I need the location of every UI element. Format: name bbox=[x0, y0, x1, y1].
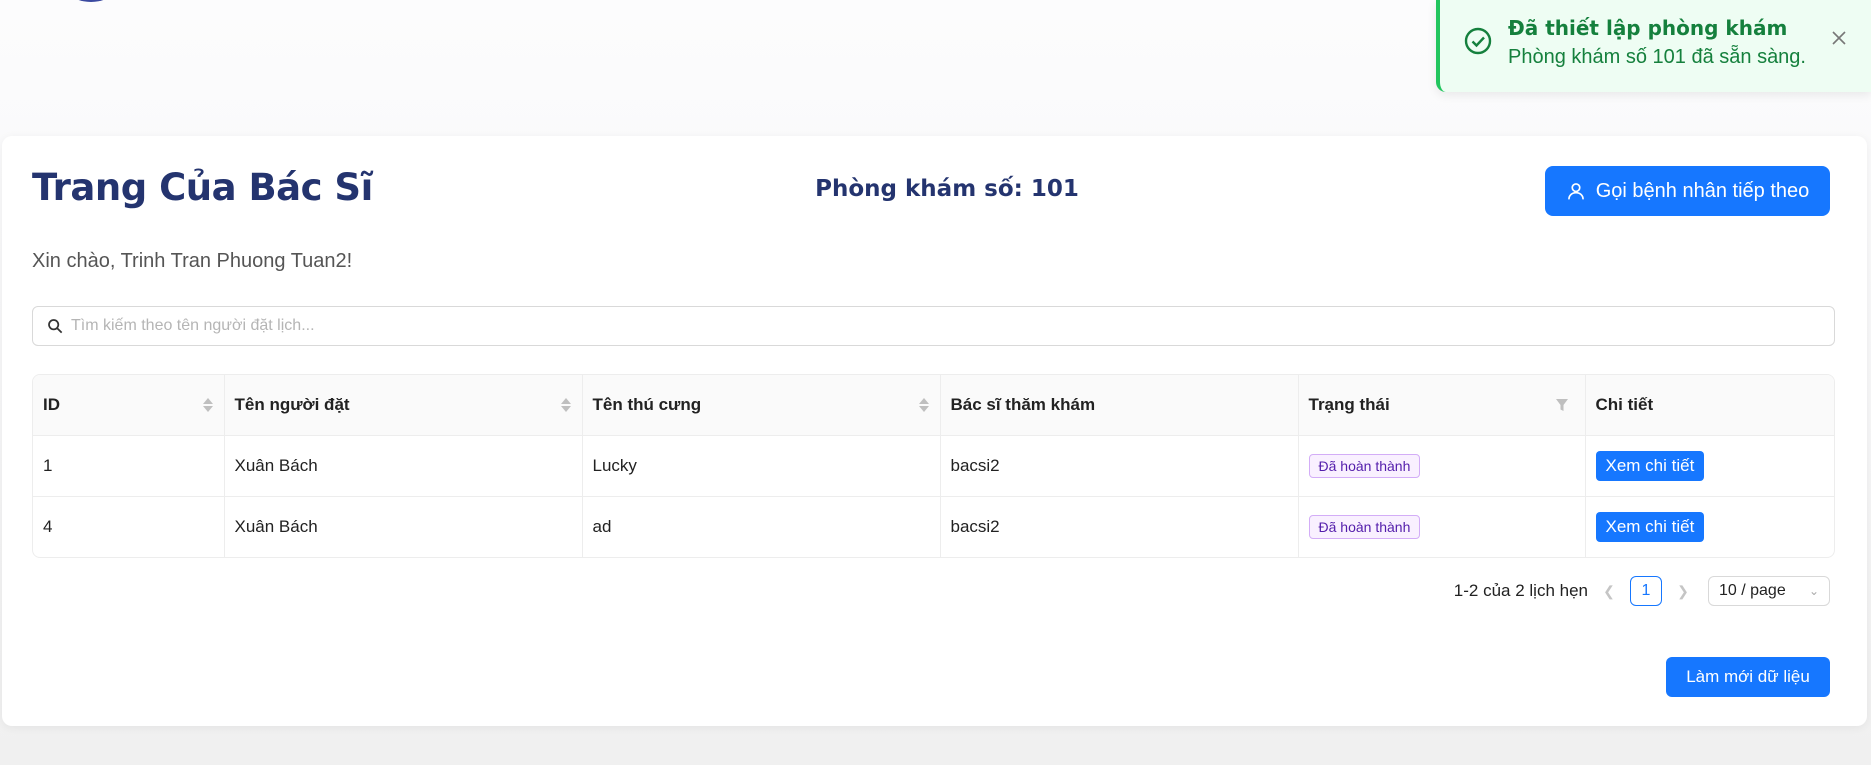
sort-icon[interactable] bbox=[202, 396, 214, 414]
call-next-patient-button[interactable]: Gọi bệnh nhân tiếp theo bbox=[1545, 166, 1830, 216]
cell-id: 4 bbox=[43, 516, 53, 536]
appointments-table: ID Tên người đặt Tên thú cưng Bác sĩ thă… bbox=[32, 374, 1835, 558]
page-size-value: 10 / page bbox=[1719, 582, 1786, 599]
table-row: 1 Xuân Bách Lucky bacsi2 Đã hoàn thành X… bbox=[33, 435, 1834, 497]
prev-page-icon[interactable]: ❮ bbox=[1600, 583, 1618, 600]
doctor-page-card: Trang Của Bác Sĩ Phòng khám số: 101 Gọi … bbox=[2, 136, 1867, 726]
cell-owner: Xuân Bách bbox=[223, 496, 582, 557]
table-header-row: ID Tên người đặt Tên thú cưng Bác sĩ thă… bbox=[33, 375, 1834, 436]
page-number-button[interactable]: 1 bbox=[1630, 576, 1662, 606]
cell-pet: ad bbox=[581, 496, 940, 557]
next-page-icon[interactable]: ❯ bbox=[1674, 583, 1692, 600]
column-header-owner[interactable]: Tên người đặt bbox=[223, 375, 582, 436]
cell-id: 1 bbox=[33, 435, 224, 497]
search-input[interactable] bbox=[71, 307, 1834, 345]
cell-pet: Lucky bbox=[581, 435, 940, 497]
cell-detail: Xem chi tiết bbox=[1584, 496, 1834, 557]
cell-owner: Xuân Bách bbox=[223, 435, 582, 497]
column-header-status: Trạng thái bbox=[1297, 375, 1585, 436]
column-header-id[interactable]: ID bbox=[33, 375, 224, 436]
status-badge: Đã hoàn thành bbox=[1308, 453, 1421, 478]
cell-status: Đã hoàn thành bbox=[1297, 435, 1585, 497]
search-box[interactable] bbox=[32, 306, 1835, 346]
chevron-down-icon: ⌄ bbox=[1808, 584, 1819, 598]
refresh-data-button[interactable]: Làm mới dữ liệu bbox=[1666, 657, 1830, 697]
logo bbox=[52, 0, 130, 2]
sort-icon[interactable] bbox=[560, 396, 572, 414]
greeting-text: Xin chào, Trinh Tran Phuong Tuan2! bbox=[32, 250, 353, 272]
column-header-doctor: Bác sĩ thăm khám bbox=[939, 375, 1298, 436]
page-size-select[interactable]: 10 / page ⌄ bbox=[1708, 576, 1830, 606]
view-detail-button[interactable]: Xem chi tiết bbox=[1595, 511, 1705, 542]
column-header-pet[interactable]: Tên thú cưng bbox=[581, 375, 940, 436]
success-toast: Đã thiết lập phòng khám Phòng khám số 10… bbox=[1436, 0, 1871, 92]
cell-status: Đã hoàn thành bbox=[1297, 496, 1585, 557]
view-detail-button[interactable]: Xem chi tiết bbox=[1595, 450, 1705, 481]
toast-title: Đã thiết lập phòng khám bbox=[1508, 16, 1788, 40]
cell-detail: Xem chi tiết bbox=[1584, 435, 1834, 497]
cell-doctor: bacsi2 bbox=[939, 496, 1298, 557]
status-badge: Đã hoàn thành bbox=[1308, 514, 1421, 539]
filter-icon[interactable] bbox=[1555, 398, 1569, 412]
pagination: 1-2 của 2 lịch hẹn ❮ 1 ❯ 10 / page ⌄ bbox=[1454, 576, 1830, 606]
column-header-detail: Chi tiết bbox=[1584, 375, 1834, 436]
close-icon[interactable] bbox=[1831, 30, 1847, 46]
user-icon bbox=[1567, 183, 1584, 200]
cell-doctor: bacsi2 bbox=[939, 435, 1298, 497]
sort-icon[interactable] bbox=[918, 396, 930, 414]
toast-message: Phòng khám số 101 đã sẵn sàng. bbox=[1508, 46, 1806, 68]
search-icon bbox=[48, 319, 63, 334]
call-next-patient-label: Gọi bệnh nhân tiếp theo bbox=[1595, 179, 1810, 202]
table-row: 4 Xuân Bách ad bacsi2 Đã hoàn thành Xem … bbox=[33, 496, 1834, 557]
pagination-summary: 1-2 của 2 lịch hẹn bbox=[1453, 581, 1588, 600]
check-circle-icon bbox=[1464, 27, 1492, 55]
